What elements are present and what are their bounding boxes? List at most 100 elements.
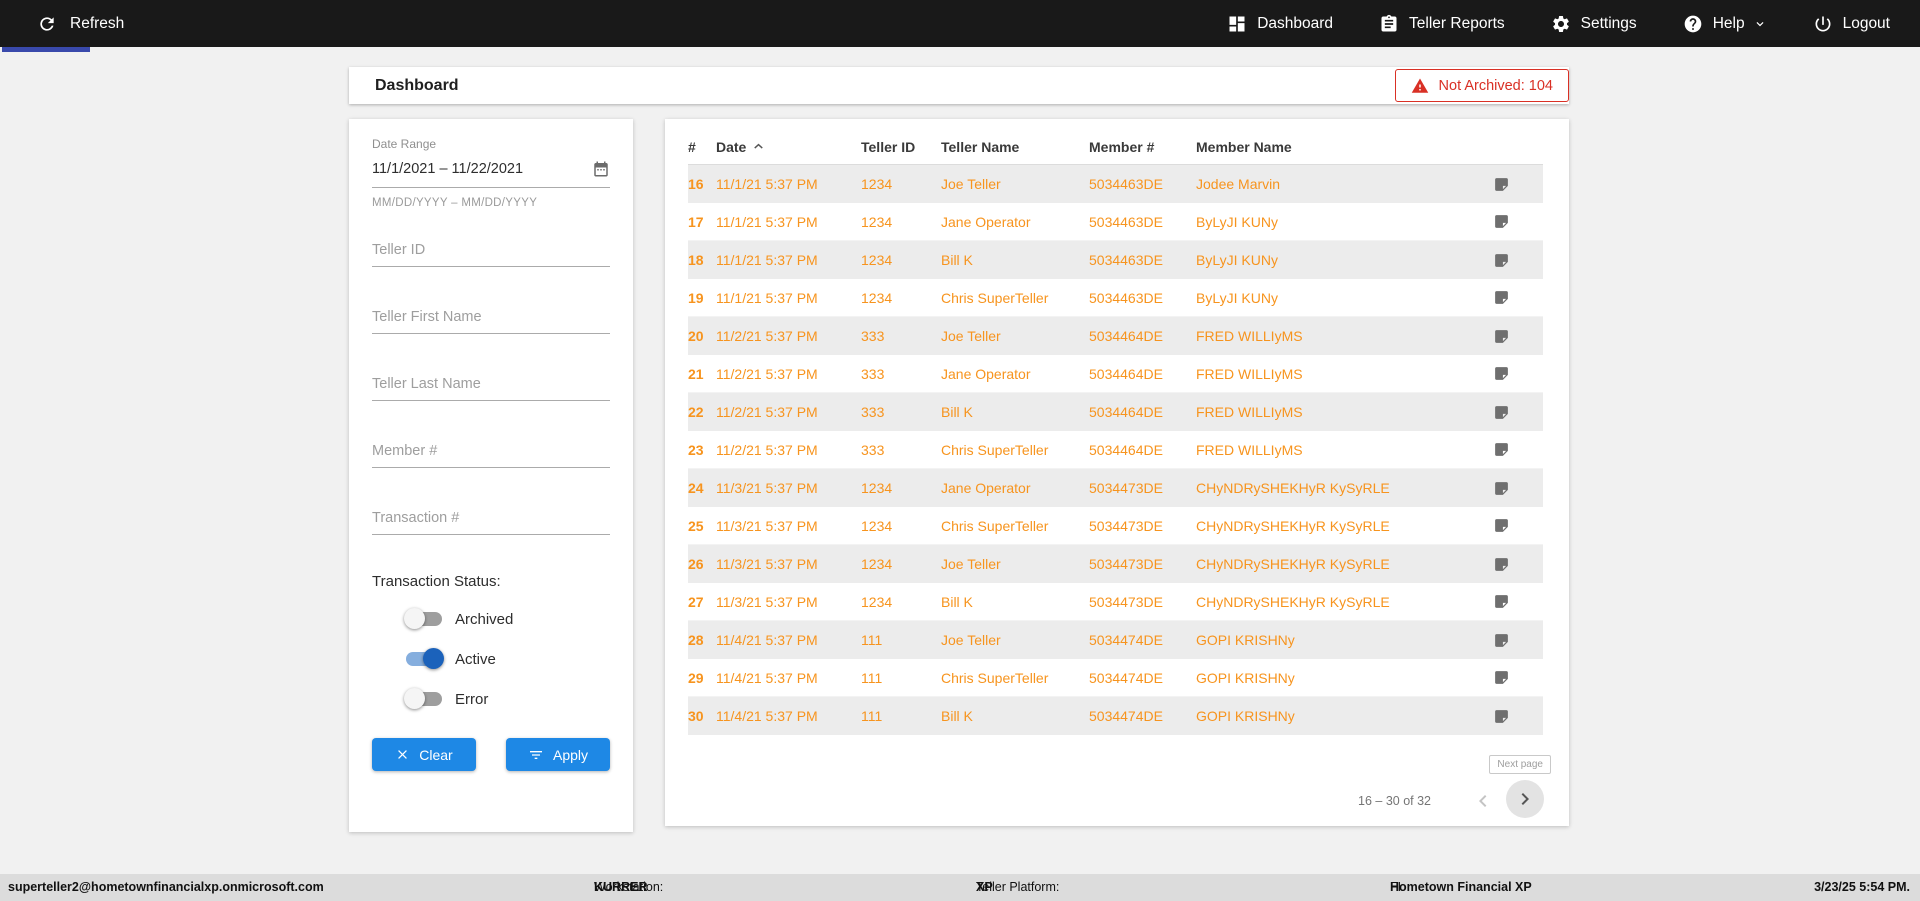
archived-switch[interactable] xyxy=(404,608,442,629)
top-bar: Refresh Dashboard Teller Reports Setting… xyxy=(0,0,1920,47)
row-note-button[interactable] xyxy=(1487,365,1543,382)
row-note-button[interactable] xyxy=(1487,404,1543,421)
nav-settings-label: Settings xyxy=(1580,14,1637,32)
table-row[interactable]: 30 11/4/21 5:37 PM 111 Bill K 5034474DE … xyxy=(688,697,1543,735)
row-teller-id: 1234 xyxy=(861,289,893,306)
table-row[interactable]: 16 11/1/21 5:37 PM 1234 Joe Teller 50344… xyxy=(688,165,1543,203)
row-note-button[interactable] xyxy=(1487,556,1543,573)
nav-teller-reports-label: Teller Reports xyxy=(1409,14,1505,32)
apply-button[interactable]: Apply xyxy=(506,738,610,771)
note-icon xyxy=(1495,709,1508,723)
row-teller-name: Bill K xyxy=(941,404,973,420)
chevron-right-icon xyxy=(1521,793,1529,805)
nav-logout[interactable]: Logout xyxy=(1813,14,1890,34)
row-member-name: FRED WILLIyMS xyxy=(1196,404,1303,420)
not-archived-badge[interactable]: Not Archived: 104 xyxy=(1394,69,1569,102)
row-teller-id: 1234 xyxy=(861,517,893,534)
table-row[interactable]: 24 11/3/21 5:37 PM 1234 Jane Operator 50… xyxy=(688,469,1543,507)
date-range-field[interactable]: 11/1/2021 – 11/22/2021 xyxy=(372,160,610,188)
row-note-button[interactable] xyxy=(1487,213,1543,230)
row-note-button[interactable] xyxy=(1487,480,1543,497)
date-range-value: 11/1/2021 – 11/22/2021 xyxy=(372,161,524,177)
table-row[interactable]: 28 11/4/21 5:37 PM 111 Joe Teller 503447… xyxy=(688,621,1543,659)
table-row[interactable]: 23 11/2/21 5:37 PM 333 Chris SuperTeller… xyxy=(688,431,1543,469)
table-row[interactable]: 25 11/3/21 5:37 PM 1234 Chris SuperTelle… xyxy=(688,507,1543,545)
table-row[interactable]: 29 11/4/21 5:37 PM 111 Chris SuperTeller… xyxy=(688,659,1543,697)
column-member-number[interactable]: Member # xyxy=(1089,139,1196,155)
member-number-input[interactable] xyxy=(372,437,610,468)
row-number: 24 xyxy=(688,480,704,496)
previous-page-button[interactable] xyxy=(1471,789,1495,813)
table-row[interactable]: 19 11/1/21 5:37 PM 1234 Chris SuperTelle… xyxy=(688,279,1543,317)
table-row[interactable]: 17 11/1/21 5:37 PM 1234 Jane Operator 50… xyxy=(688,203,1543,241)
toggle-archived[interactable]: Archived xyxy=(404,608,610,630)
row-date: 11/4/21 5:37 PM xyxy=(716,708,818,724)
nav-help[interactable]: Help xyxy=(1683,14,1767,34)
nav-teller-reports[interactable]: Teller Reports xyxy=(1379,14,1505,34)
row-teller-name: Joe Teller xyxy=(941,328,1001,344)
row-note-button[interactable] xyxy=(1487,289,1543,306)
row-teller-id: 1234 xyxy=(861,593,893,610)
teller-id-input[interactable] xyxy=(372,236,610,267)
teller-first-name-input[interactable] xyxy=(372,303,610,334)
next-page-button[interactable] xyxy=(1506,780,1544,818)
toggle-error[interactable]: Error xyxy=(404,688,610,710)
nav-settings[interactable]: Settings xyxy=(1551,14,1637,34)
row-note-button[interactable] xyxy=(1487,176,1543,193)
row-member-number: 5034464DE xyxy=(1089,404,1163,420)
row-teller-id: 111 xyxy=(861,669,883,686)
row-note-button[interactable] xyxy=(1487,708,1543,725)
table-row[interactable]: 26 11/3/21 5:37 PM 1234 Joe Teller 50344… xyxy=(688,545,1543,583)
nav-dashboard[interactable]: Dashboard xyxy=(1227,14,1333,34)
row-note-button[interactable] xyxy=(1487,252,1543,269)
row-note-button[interactable] xyxy=(1487,517,1543,534)
row-note-button[interactable] xyxy=(1487,669,1543,686)
row-note-button[interactable] xyxy=(1487,632,1543,649)
settings-icon xyxy=(1552,15,1569,32)
row-teller-name: Jane Operator xyxy=(941,480,1031,496)
row-teller-name: Joe Teller xyxy=(941,632,1001,648)
error-switch[interactable] xyxy=(404,688,442,709)
column-date[interactable]: Date xyxy=(716,139,861,155)
row-note-button[interactable] xyxy=(1487,328,1543,345)
reports-icon xyxy=(1381,14,1397,32)
row-date: 11/2/21 5:37 PM xyxy=(716,441,818,458)
row-note-button[interactable] xyxy=(1487,441,1543,458)
refresh-button[interactable]: Refresh xyxy=(0,0,124,47)
row-teller-id: 333 xyxy=(861,365,885,382)
table-row[interactable]: 21 11/2/21 5:37 PM 333 Jane Operator 503… xyxy=(688,355,1543,393)
row-member-name: ByLyJI KUNy xyxy=(1196,252,1278,268)
transaction-number-input[interactable] xyxy=(372,504,610,535)
column-teller-name[interactable]: Teller Name xyxy=(941,139,1089,155)
row-number: 17 xyxy=(688,213,704,230)
teller-last-name-input[interactable] xyxy=(372,370,610,401)
note-icon xyxy=(1495,443,1508,456)
row-note-button[interactable] xyxy=(1487,593,1543,610)
row-number: 20 xyxy=(688,328,704,344)
row-teller-id: 111 xyxy=(861,632,883,648)
row-member-name: CHyNDRySHEKHyR KySyRLE xyxy=(1196,480,1390,496)
table-row[interactable]: 22 11/2/21 5:37 PM 333 Bill K 5034464DE … xyxy=(688,393,1543,431)
row-number: 22 xyxy=(688,404,704,420)
row-date: 11/2/21 5:37 PM xyxy=(716,328,818,344)
row-teller-name: Chris SuperTeller xyxy=(941,669,1049,686)
table-row[interactable]: 20 11/2/21 5:37 PM 333 Joe Teller 503446… xyxy=(688,317,1543,355)
row-date: 11/1/21 5:37 PM xyxy=(716,252,818,268)
row-number: 27 xyxy=(688,593,704,610)
row-member-name: Jodee Marvin xyxy=(1196,176,1281,192)
note-icon xyxy=(1495,215,1508,228)
clear-button[interactable]: Clear xyxy=(372,738,476,771)
toggle-active[interactable]: Active xyxy=(406,648,610,670)
row-teller-name: Jane Operator xyxy=(941,213,1031,230)
active-switch[interactable] xyxy=(406,648,444,669)
calendar-icon[interactable] xyxy=(592,160,610,178)
chevron-down-icon xyxy=(1756,21,1764,26)
row-teller-name: Bill K xyxy=(941,593,973,610)
column-member-name[interactable]: Member Name xyxy=(1196,139,1487,155)
column-number[interactable]: # xyxy=(688,139,716,155)
table-row[interactable]: 18 11/1/21 5:37 PM 1234 Bill K 5034463DE… xyxy=(688,241,1543,279)
apply-label: Apply xyxy=(552,746,589,763)
column-teller-id[interactable]: Teller ID xyxy=(861,139,941,155)
table-row[interactable]: 27 11/3/21 5:37 PM 1234 Bill K 5034473DE… xyxy=(688,583,1543,621)
top-nav: Dashboard Teller Reports Settings Help L… xyxy=(1227,14,1890,34)
